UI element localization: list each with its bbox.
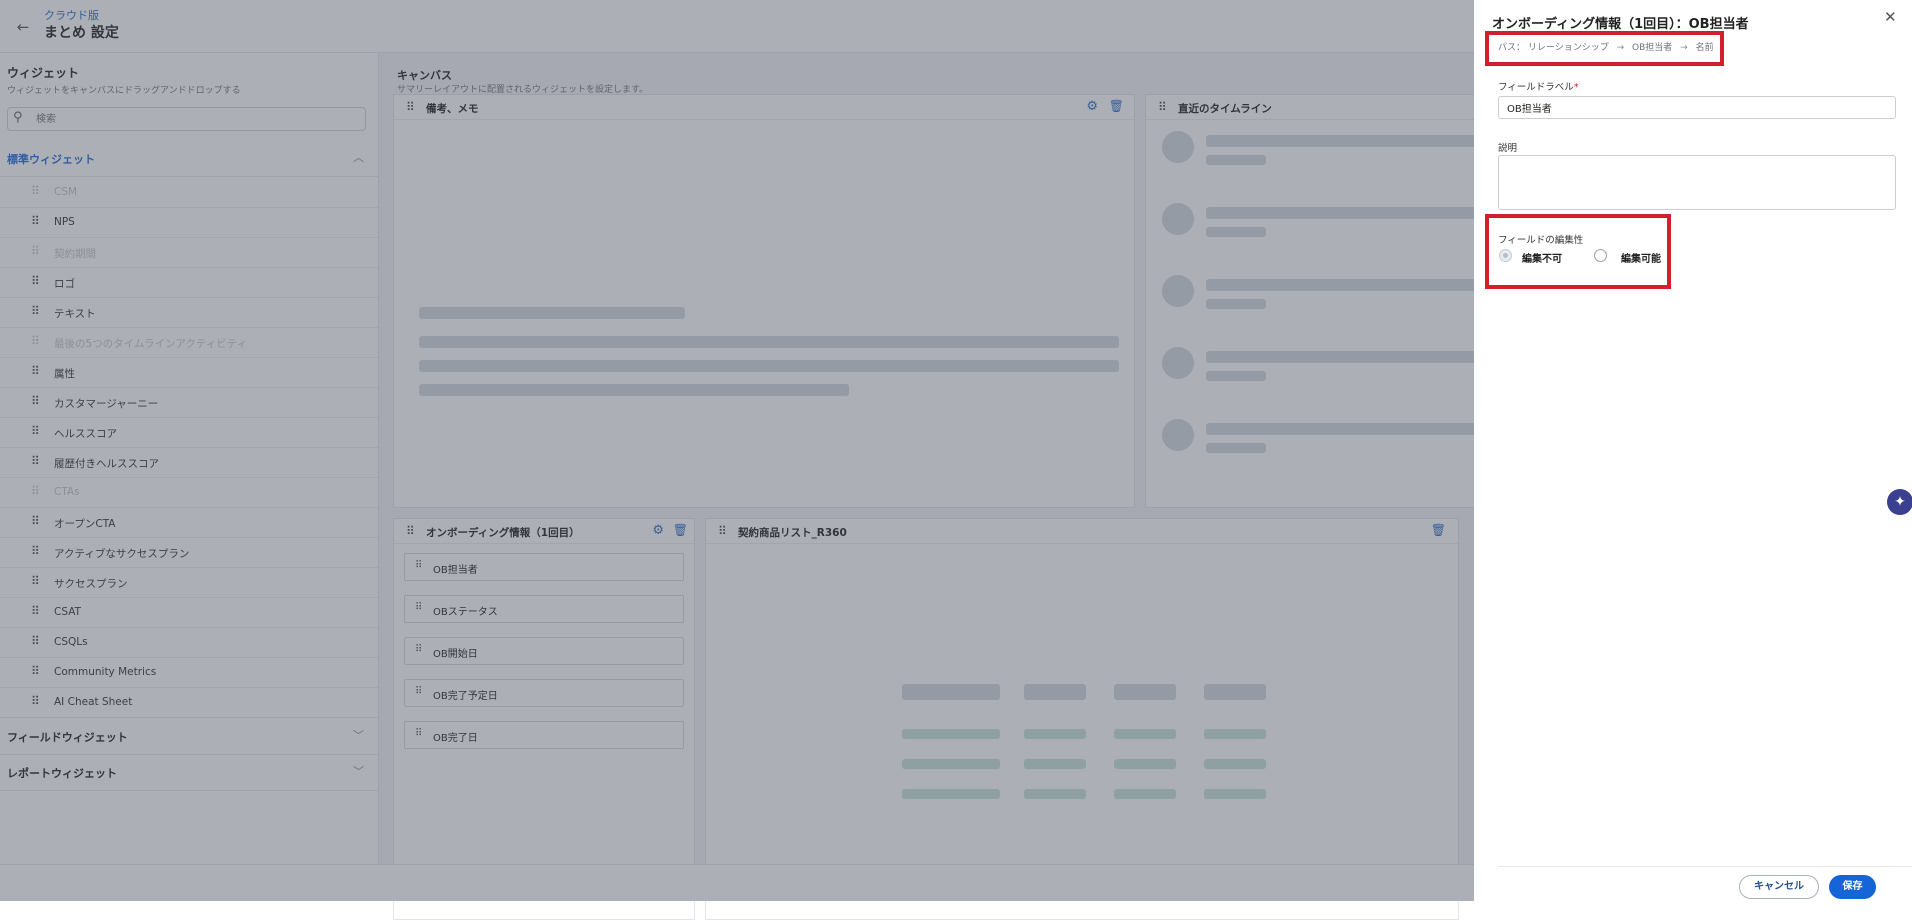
radio-editable[interactable] — [1594, 249, 1607, 262]
breadcrumb-item: リレーションシップ — [1527, 43, 1609, 53]
field-label-title: フィールドラベル* — [1498, 79, 1579, 93]
modal-backdrop[interactable] — [0, 0, 1474, 901]
breadcrumb-item: OB担当者 — [1632, 43, 1673, 53]
breadcrumb-item: 名前 — [1695, 43, 1714, 53]
description-textarea[interactable] — [1498, 155, 1896, 210]
arrow-right-icon: → — [1680, 43, 1688, 53]
arrow-right-icon: → — [1616, 43, 1625, 53]
drawer-title: オンボーディング情報（1回目）：OB担当者 — [1492, 17, 1749, 32]
ai-sparkle-icon[interactable]: ✦ — [1887, 489, 1912, 515]
radio-editable-label: 編集可能 — [1621, 254, 1661, 265]
editability-title: フィールドの編集性 — [1498, 235, 1584, 246]
save-button[interactable]: 保存 — [1829, 875, 1876, 899]
close-icon[interactable]: ✕ — [1884, 8, 1897, 26]
cancel-button[interactable]: キャンセル — [1739, 875, 1819, 899]
field-settings-drawer: オンボーディング情報（1回目）：OB担当者 ✕ パス： リレーションシップ → … — [1474, 0, 1912, 901]
field-label-text: フィールドラベル — [1498, 82, 1574, 93]
breadcrumb-prefix: パス： — [1498, 43, 1526, 53]
description-title: 説明 — [1498, 143, 1518, 154]
breadcrumb: パス： リレーションシップ → OB担当者 → 名前 — [1498, 40, 1714, 53]
required-mark: * — [1573, 82, 1579, 93]
radio-not-editable-label: 編集不可 — [1522, 254, 1562, 265]
drawer-footer-divider — [1498, 866, 1912, 867]
field-label-input[interactable] — [1498, 96, 1896, 119]
radio-not-editable[interactable] — [1499, 249, 1512, 262]
